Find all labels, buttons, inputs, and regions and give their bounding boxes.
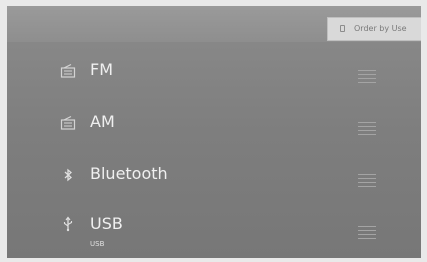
radio-icon bbox=[60, 115, 76, 131]
source-label: Bluetooth bbox=[90, 164, 168, 183]
usb-icon bbox=[60, 216, 76, 232]
sort-icon bbox=[340, 25, 345, 32]
top-bar: Order by Use bbox=[7, 6, 421, 42]
bluetooth-icon bbox=[60, 167, 76, 183]
source-item-am[interactable]: AM bbox=[7, 102, 421, 154]
radio-icon bbox=[60, 63, 76, 79]
source-sublabel: USB bbox=[90, 240, 105, 248]
sort-button-label: Order by Use bbox=[354, 24, 407, 33]
source-item-fm[interactable]: FM bbox=[7, 50, 421, 102]
drag-handle-icon[interactable] bbox=[358, 70, 376, 83]
audio-source-screen: Order by Use FM AM Bluetooth USB USB bbox=[7, 6, 421, 258]
source-label: FM bbox=[90, 60, 114, 79]
source-label: USB bbox=[90, 214, 123, 233]
drag-handle-icon[interactable] bbox=[358, 122, 376, 135]
source-item-bluetooth[interactable]: Bluetooth bbox=[7, 154, 421, 206]
source-label: AM bbox=[90, 112, 115, 131]
drag-handle-icon[interactable] bbox=[358, 226, 376, 239]
order-by-use-button[interactable]: Order by Use bbox=[327, 17, 421, 41]
drag-handle-icon[interactable] bbox=[358, 174, 376, 187]
source-item-usb[interactable]: USB USB bbox=[7, 206, 421, 258]
